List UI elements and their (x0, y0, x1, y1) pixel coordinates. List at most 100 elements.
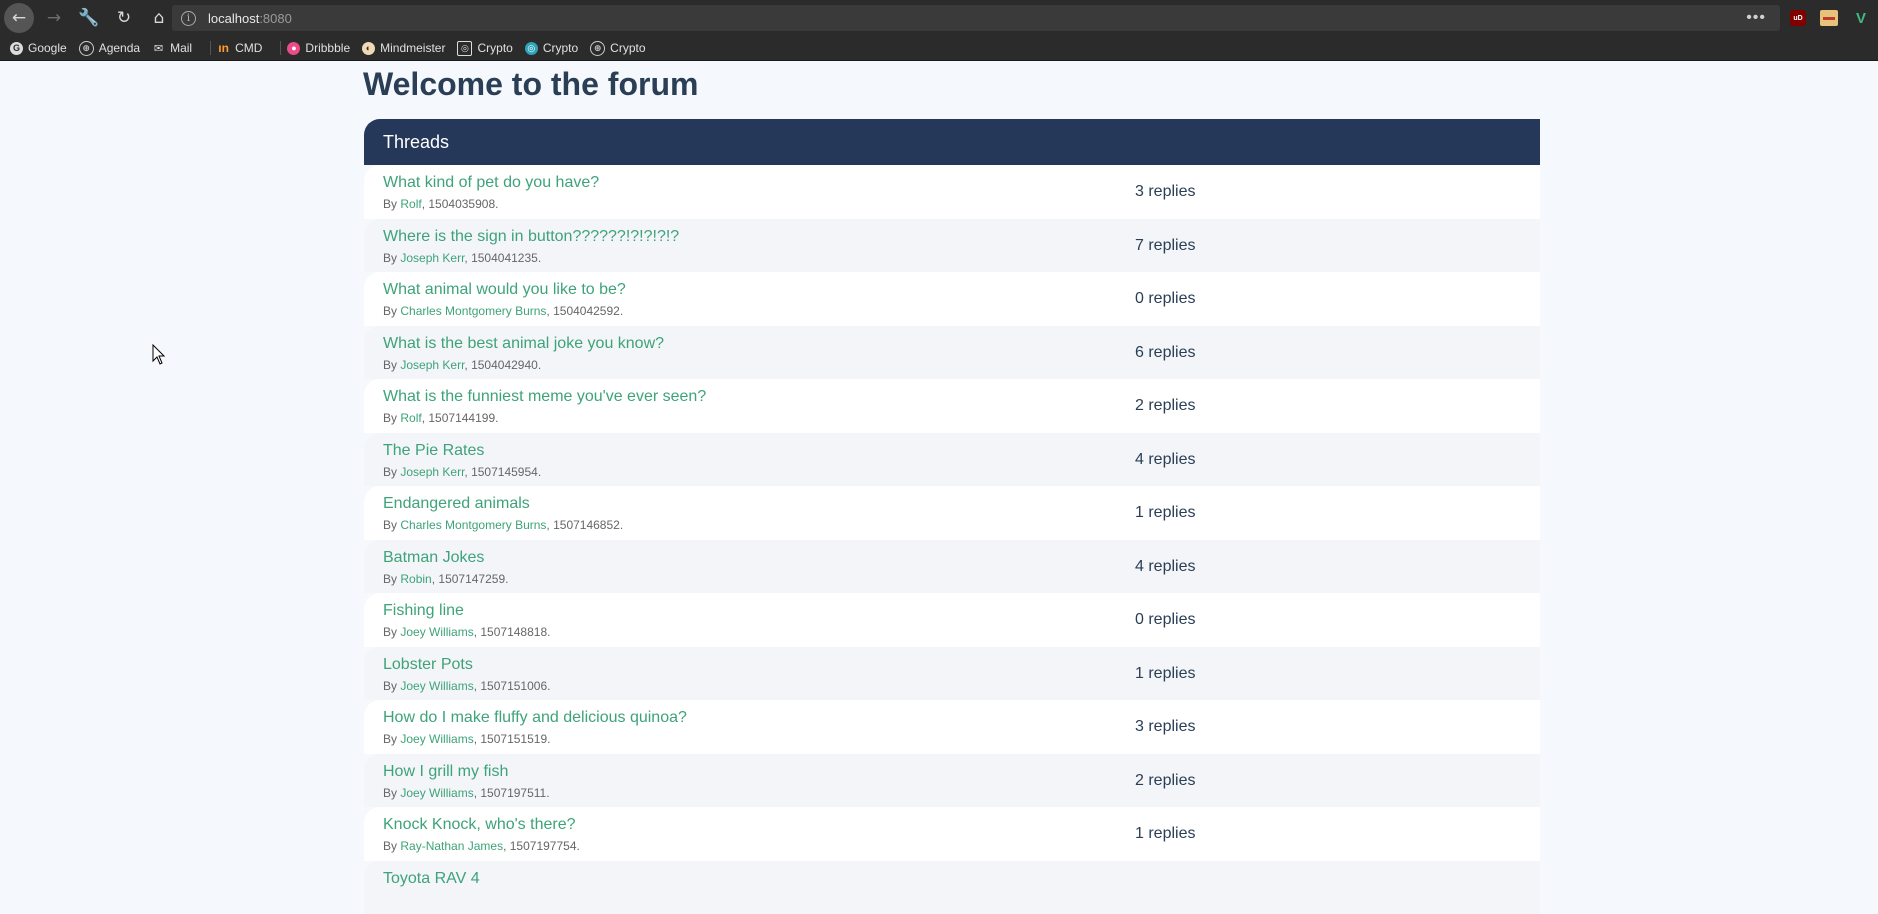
thread-title-link[interactable]: Fishing line (383, 602, 464, 620)
bookmark-label: Mail (170, 41, 192, 55)
thread-meta: By Joey Williams, 1507197511. (383, 786, 550, 800)
thread-row: What is the best animal joke you know? By… (364, 326, 1540, 380)
bookmark-crypto[interactable]: ⊕ Crypto (590, 41, 645, 56)
thread-title-link[interactable]: Lobster Pots (383, 656, 473, 674)
address-bar[interactable]: i localhost:8080 ••• (172, 5, 1780, 31)
thread-meta: By Joseph Kerr, 1507145954. (383, 465, 541, 479)
thread-title-link[interactable]: Toyota RAV 4 (383, 870, 480, 888)
thread-title-link[interactable]: What is the funniest meme you've ever se… (383, 388, 706, 406)
bookmark-mindmeister[interactable]: ◐Mindmeister (362, 41, 445, 55)
thread-title-link[interactable]: What is the best animal joke you know? (383, 335, 664, 353)
reload-icon[interactable]: ↻ (109, 3, 139, 33)
thread-title-link[interactable]: Where is the sign in button??????!?!?!?!… (383, 228, 679, 246)
thread-author-link[interactable]: Joey Williams (400, 732, 473, 746)
mail-extension-icon[interactable] (1820, 10, 1838, 26)
thread-timestamp: 1507147259 (438, 572, 505, 586)
thread-title-link[interactable]: How do I make fluffy and delicious quino… (383, 709, 687, 727)
thread-reply-count: 1 replies (1135, 504, 1195, 522)
bookmark-crypto[interactable]: ◎ Crypto (457, 41, 512, 56)
thread-meta: By Charles Montgomery Burns, 1504042592. (383, 304, 623, 318)
thread-author-link[interactable]: Ray-Nathan James (400, 839, 503, 853)
thread-timestamp: 1507144199 (428, 411, 495, 425)
bookmark-label: Dribbble (305, 41, 350, 55)
bookmark-google[interactable]: GGoogle (10, 41, 67, 55)
thread-timestamp: 1507151006 (480, 679, 547, 693)
thread-reply-count: 2 replies (1135, 772, 1195, 790)
by-label: By (383, 465, 397, 479)
page-title: Welcome to the forum (363, 66, 698, 103)
by-label: By (383, 251, 397, 265)
thread-title-link[interactable]: What kind of pet do you have? (383, 174, 599, 192)
threads-header: Threads (364, 119, 1540, 165)
ublock-icon[interactable]: uD (1790, 10, 1806, 26)
thread-author-link[interactable]: Rolf (400, 411, 421, 425)
thread-author-link[interactable]: Charles Montgomery Burns (400, 518, 546, 532)
thread-timestamp: 1507197754 (510, 839, 577, 853)
cmd-icon: ın (217, 42, 230, 55)
bookmark-label: Crypto (610, 41, 645, 55)
back-arrow-icon[interactable]: ← (4, 3, 34, 33)
by-label: By (383, 358, 397, 372)
thread-meta: By Robin, 1507147259. (383, 572, 508, 586)
bookmark-label: Mindmeister (380, 41, 445, 55)
forward-arrow-icon[interactable]: → (39, 3, 69, 33)
thread-author-link[interactable]: Joseph Kerr (400, 358, 464, 372)
thread-row: What animal would you like to be? By Char… (364, 272, 1540, 326)
bookmarks-bar: GGoogle ⊕Agenda ✉Mail ınCMD ● Dribbble ◐Mindme… (0, 36, 1878, 61)
dribbble-icon: ● (287, 42, 300, 55)
thread-title-link[interactable]: The Pie Rates (383, 442, 484, 460)
thread-row: What kind of pet do you have?By Rolf, 15… (364, 165, 1540, 219)
by-label: By (383, 625, 397, 639)
bookmark-agenda[interactable]: ⊕Agenda (79, 41, 140, 56)
thread-row: Where is the sign in button??????!?!?!?!… (364, 219, 1540, 273)
mouse-cursor-icon (152, 344, 166, 366)
thread-title-link[interactable]: Endangered animals (383, 495, 530, 513)
thread-author-link[interactable]: Joseph Kerr (400, 465, 464, 479)
thread-meta: By Joey Williams, 1507148818. (383, 625, 550, 639)
thread-timestamp: 1507197511 (480, 786, 546, 800)
thread-timestamp: 1507145954 (471, 465, 538, 479)
by-label: By (383, 679, 397, 693)
thread-timestamp: 1504042592 (553, 304, 620, 318)
thread-author-link[interactable]: Joseph Kerr (400, 251, 464, 265)
bookmark-cmd[interactable]: ınCMD (217, 41, 262, 55)
thread-author-link[interactable]: Charles Montgomery Burns (400, 304, 546, 318)
thread-author-link[interactable]: Joey Williams (400, 786, 473, 800)
thread-timestamp: 1504042940 (471, 358, 538, 372)
thread-title-link[interactable]: Batman Jokes (383, 549, 484, 567)
thread-title-link[interactable]: Knock Knock, who's there? (383, 816, 576, 834)
info-icon[interactable]: i (181, 11, 196, 26)
thread-timestamp: 1507151519 (480, 732, 547, 746)
by-label: By (383, 411, 397, 425)
by-label: By (383, 518, 397, 532)
by-label: By (383, 786, 397, 800)
thread-title-link[interactable]: What animal would you like to be? (383, 281, 626, 299)
thread-author-link[interactable]: Robin (400, 572, 431, 586)
thread-timestamp: 1507146852 (553, 518, 620, 532)
bookmark-label: Crypto (477, 41, 512, 55)
thread-timestamp: 1507148818 (480, 625, 547, 639)
thread-meta: By Joseph Kerr, 1504041235. (383, 251, 541, 265)
bookmark-mail[interactable]: ✉Mail (152, 41, 192, 55)
thread-author-link[interactable]: Joey Williams (400, 625, 473, 639)
bookmark-dribbble[interactable]: ● Dribbble (287, 41, 350, 55)
bookmark-crypto[interactable]: ◎Crypto (525, 41, 578, 55)
thread-reply-count: 1 replies (1135, 825, 1195, 843)
thread-list: What kind of pet do you have?By Rolf, 15… (364, 165, 1540, 914)
home-icon[interactable]: ⌂ (144, 3, 174, 33)
page-actions-icon[interactable]: ••• (1746, 9, 1766, 27)
thread-reply-count: 4 replies (1135, 558, 1195, 576)
by-label: By (383, 839, 397, 853)
bookmark-label: Crypto (543, 41, 578, 55)
thread-reply-count: 3 replies (1135, 183, 1195, 201)
vue-devtools-icon[interactable]: V (1852, 10, 1870, 26)
thread-author-link[interactable]: Joey Williams (400, 679, 473, 693)
globe-icon: ⊕ (590, 41, 605, 56)
thread-meta: By Charles Montgomery Burns, 1507146852. (383, 518, 623, 532)
thread-row: Toyota RAV 4 (364, 861, 1540, 914)
thread-author-link[interactable]: Rolf (400, 197, 421, 211)
by-label: By (383, 197, 397, 211)
thread-title-link[interactable]: How I grill my fish (383, 763, 508, 781)
crypto-icon: ◎ (457, 41, 472, 56)
wrench-icon[interactable]: 🔧 (74, 3, 104, 33)
